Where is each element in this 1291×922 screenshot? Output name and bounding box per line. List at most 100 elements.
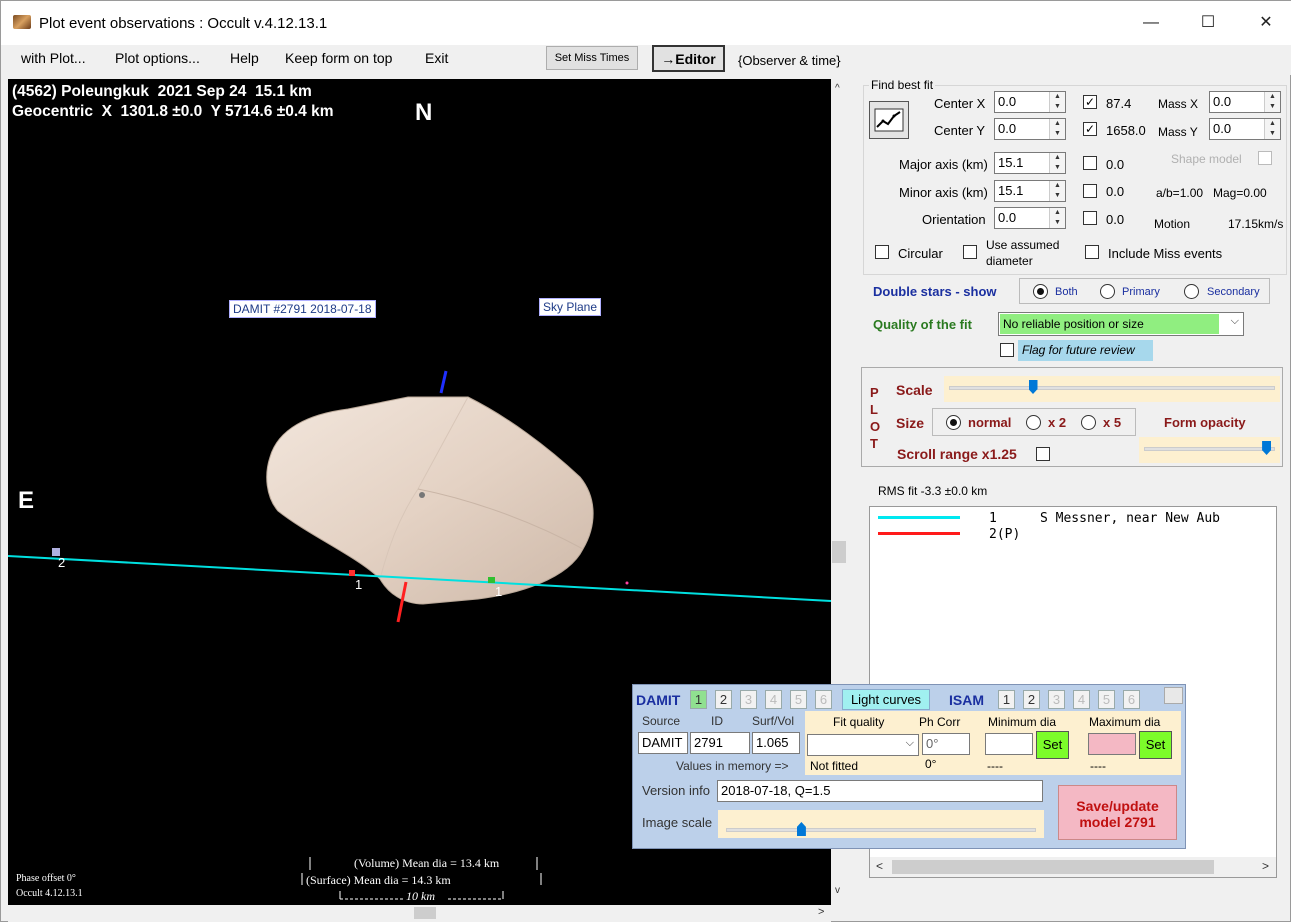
chord-marker-1a <box>349 570 355 576</box>
min-dia-field[interactable] <box>985 733 1033 755</box>
minor-axis-input[interactable]: 15.1 ▲ ▼ <box>994 180 1066 202</box>
menu-plot-options[interactable]: Plot options... <box>115 50 200 66</box>
best-fit-button[interactable] <box>869 101 909 139</box>
hscroll-right-icon[interactable]: > <box>818 906 824 918</box>
center-x-input[interactable]: 0.0 ▲ ▼ <box>994 91 1066 113</box>
spinner-arrows-icon[interactable]: ▲ ▼ <box>1049 208 1065 228</box>
plot-letter-t: T <box>870 436 878 451</box>
damit-tab-5[interactable]: 5 <box>790 690 807 709</box>
scale-slider[interactable] <box>944 376 1280 402</box>
chord-label-1a: 1 <box>355 577 363 592</box>
scale-bar-label: 10 km <box>406 889 435 903</box>
center-x-value: 0.0 <box>998 94 1017 109</box>
damit-tab-4[interactable]: 4 <box>765 690 782 709</box>
orientation-input[interactable]: 0.0 ▲ ▼ <box>994 207 1066 229</box>
quality-of-fit-label: Quality of the fit <box>873 317 972 332</box>
damit-label: DAMIT <box>636 692 681 708</box>
quality-of-fit-select[interactable]: No reliable position or size ⌵ <box>998 312 1244 336</box>
orientation-checkbox[interactable] <box>1083 211 1097 225</box>
set-min-dia-button[interactable]: Set <box>1036 731 1069 759</box>
minimize-button[interactable]: — <box>1129 9 1173 37</box>
isam-tab-1[interactable]: 1 <box>998 690 1015 709</box>
save-update-model-button[interactable]: Save/update model 2791 <box>1058 785 1177 840</box>
ph-corr-field[interactable]: 0° <box>922 733 970 755</box>
image-scale-slider[interactable] <box>718 810 1044 838</box>
center-x-checkbox[interactable]: ✓ <box>1083 95 1097 109</box>
scroll-left-icon[interactable]: < <box>876 859 883 873</box>
primary-label: Primary <box>1122 286 1160 298</box>
flag-review-checkbox[interactable] <box>1000 343 1014 357</box>
magnitude: Mag=0.00 <box>1213 186 1267 200</box>
isam-tab-4[interactable]: 4 <box>1073 690 1090 709</box>
circular-checkbox[interactable] <box>875 245 889 259</box>
set-miss-times-button[interactable]: Set Miss Times <box>546 46 638 70</box>
spinner-arrows-icon[interactable]: ▲ ▼ <box>1049 119 1065 139</box>
secondary-radio[interactable] <box>1184 284 1199 299</box>
app-icon <box>13 15 31 29</box>
menu-exit[interactable]: Exit <box>425 50 448 66</box>
panel-close-button[interactable] <box>1164 687 1183 704</box>
mass-x-input[interactable]: 0.0 ▲ ▼ <box>1209 91 1281 113</box>
damit-tab-2[interactable]: 2 <box>715 690 732 709</box>
version-info-field[interactable]: 2018-07-18, Q=1.5 <box>717 780 1043 802</box>
rms-fit-label: RMS fit -3.3 ±0.0 km <box>878 484 988 498</box>
menu-help[interactable]: Help <box>230 50 259 66</box>
include-miss-checkbox[interactable] <box>1085 245 1099 259</box>
fit-quality-select[interactable]: ⌵ <box>807 734 919 756</box>
legend-scroll-thumb[interactable] <box>892 860 1214 874</box>
surf-vol-field[interactable]: 1.065 <box>752 732 800 754</box>
damit-tab-6[interactable]: 6 <box>815 690 832 709</box>
size-x5-label: x 5 <box>1103 415 1122 430</box>
size-x5-radio[interactable] <box>1081 415 1096 430</box>
mass-x-label: Mass X <box>1158 97 1199 111</box>
shape-model-checkbox[interactable] <box>1258 151 1272 165</box>
center-y-checkbox[interactable]: ✓ <box>1083 122 1097 136</box>
plot-horizontal-scrollbar[interactable]: > <box>8 905 831 922</box>
scroll-down-icon[interactable]: v <box>835 885 840 896</box>
max-dia-field[interactable] <box>1088 733 1136 755</box>
menu-keep-on-top[interactable]: Keep form on top <box>285 50 392 66</box>
isam-tab-5[interactable]: 5 <box>1098 690 1115 709</box>
center-y-input[interactable]: 0.0 ▲ ▼ <box>994 118 1066 140</box>
minor-axis-checkbox[interactable] <box>1083 184 1097 198</box>
both-radio[interactable] <box>1033 284 1048 299</box>
spinner-arrows-icon[interactable]: ▲ ▼ <box>1049 92 1065 112</box>
menu-with-plot[interactable]: with Plot... <box>21 50 86 66</box>
scroll-range-checkbox[interactable] <box>1036 447 1050 461</box>
major-axis-checkbox[interactable] <box>1083 156 1097 170</box>
editor-button[interactable]: →Editor <box>652 45 725 72</box>
close-button[interactable]: ✕ <box>1244 9 1288 37</box>
scroll-right-icon[interactable]: > <box>1262 859 1269 873</box>
source-field[interactable]: DAMIT <box>638 732 688 754</box>
image-scale-slider-thumb[interactable] <box>796 822 806 836</box>
id-field[interactable]: 2791 <box>690 732 750 754</box>
mass-y-input[interactable]: 0.0 ▲ ▼ <box>1209 118 1281 140</box>
form-opacity-slider-thumb[interactable] <box>1262 441 1272 455</box>
damit-tab-3[interactable]: 3 <box>740 690 757 709</box>
scale-slider-thumb[interactable] <box>1028 380 1038 394</box>
form-opacity-slider[interactable] <box>1139 437 1280 463</box>
isam-tab-3[interactable]: 3 <box>1048 690 1065 709</box>
damit-tab-1[interactable]: 1 <box>690 690 707 709</box>
major-axis-input[interactable]: 15.1 ▲ ▼ <box>994 152 1066 174</box>
primary-radio[interactable] <box>1100 284 1115 299</box>
scroll-up-icon[interactable]: ^ <box>835 83 840 94</box>
size-normal-radio[interactable] <box>946 415 961 430</box>
mass-y-label: Mass Y <box>1158 125 1198 139</box>
chord-marker-1b <box>488 577 495 583</box>
image-scale-label: Image scale <box>642 815 713 830</box>
spinner-arrows-icon[interactable]: ▲ ▼ <box>1049 153 1065 173</box>
size-x2-radio[interactable] <box>1026 415 1041 430</box>
light-curves-button[interactable]: Light curves <box>842 689 930 710</box>
maximize-button[interactable]: ☐ <box>1186 9 1230 37</box>
legend-hscrollbar[interactable]: < > <box>870 857 1276 877</box>
size-normal-label: normal <box>968 415 1012 430</box>
isam-tab-2[interactable]: 2 <box>1023 690 1040 709</box>
size-x2-label: x 2 <box>1048 415 1067 430</box>
scroll-thumb[interactable] <box>832 541 846 563</box>
spinner-arrows-icon[interactable]: ▲ ▼ <box>1049 181 1065 201</box>
set-max-dia-button[interactable]: Set <box>1139 731 1172 759</box>
use-assumed-diameter-checkbox[interactable] <box>963 245 977 259</box>
hscroll-thumb[interactable] <box>414 907 436 919</box>
isam-tab-6[interactable]: 6 <box>1123 690 1140 709</box>
